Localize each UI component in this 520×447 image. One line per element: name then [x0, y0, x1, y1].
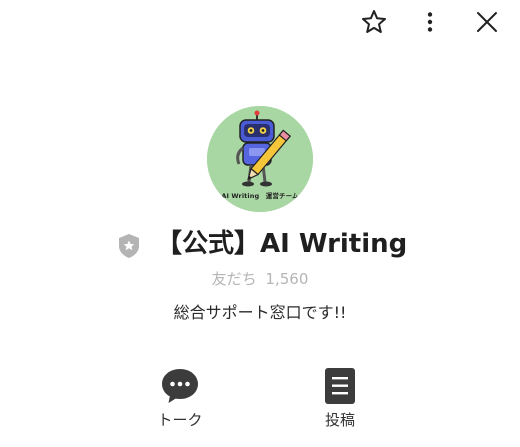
shield-icon	[119, 234, 139, 258]
close-icon	[477, 12, 497, 32]
friends-count: 1,560	[265, 270, 309, 288]
posts-button[interactable]: 投稿	[300, 366, 380, 431]
logo-text: AI Writing 運営チーム	[221, 192, 299, 200]
talk-label: トーク	[157, 411, 203, 429]
document-icon	[325, 368, 355, 404]
top-bar	[0, 0, 520, 44]
status-message: 総合サポート窓口です!!	[173, 303, 347, 322]
posts-label: 投稿	[324, 411, 355, 429]
account-name: 【公式】AI Writing	[156, 229, 408, 259]
friends-label: 友だち	[211, 270, 257, 288]
profile-avatar[interactable]: AI Writing 運営チーム	[207, 106, 313, 212]
chat-bubble-icon	[162, 369, 198, 403]
favorite-button[interactable]	[358, 6, 390, 38]
star-icon	[362, 10, 386, 33]
close-button[interactable]	[471, 6, 503, 38]
friends-count-row[interactable]: 友だち 1,560	[0, 268, 520, 290]
account-name-row: 【公式】AI Writing	[0, 226, 520, 262]
more-options-button[interactable]	[414, 6, 446, 38]
talk-button[interactable]: トーク	[140, 366, 220, 431]
more-vertical-icon	[427, 12, 433, 32]
